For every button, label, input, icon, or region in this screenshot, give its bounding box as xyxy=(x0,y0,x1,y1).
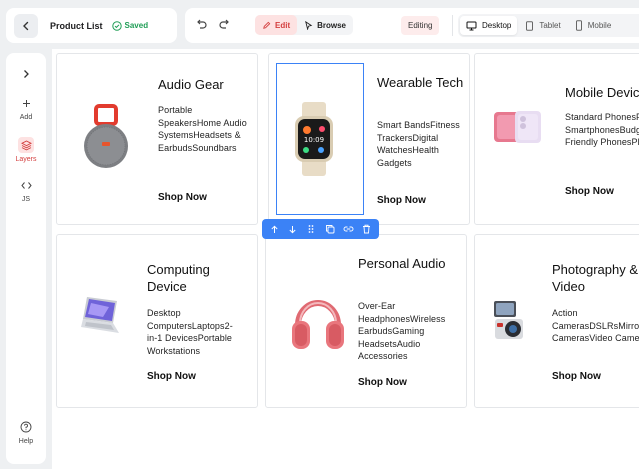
toolbar: Edit Browse Editing Desktop Tablet Mobil… xyxy=(185,8,639,43)
selected-element-outline xyxy=(276,63,364,215)
add-label: Add xyxy=(19,114,33,121)
card-title: Personal Audio xyxy=(358,256,446,271)
headphones-image xyxy=(290,291,346,358)
canvas: Audio Gear Portable SpeakersHome Audio S… xyxy=(52,49,639,469)
card-description: Action CamerasDSLRsMirrorless CamerasVid… xyxy=(552,308,639,344)
product-card[interactable]: Computing Device Desktop ComputersLaptop… xyxy=(56,234,258,408)
card-title-line2: Video xyxy=(552,279,586,294)
monitor-icon xyxy=(466,21,477,30)
back-button[interactable] xyxy=(14,13,38,38)
card-title: Mobile Devices xyxy=(565,85,639,100)
expand-sidebar-button[interactable] xyxy=(6,69,46,79)
mobile-view-button[interactable]: Mobile xyxy=(569,16,618,35)
card-title: Photography & Video xyxy=(552,261,639,295)
edit-mode-button[interactable]: Edit xyxy=(255,15,298,35)
tablet-view-button[interactable]: Tablet xyxy=(519,16,566,35)
desktop-view-button[interactable]: Desktop xyxy=(460,16,518,35)
browse-label: Browse xyxy=(317,20,347,30)
duplicate-button[interactable] xyxy=(322,222,337,237)
cursor-icon xyxy=(305,20,313,30)
move-up-button[interactable] xyxy=(267,222,282,237)
product-card[interactable]: Personal Audio Over-Ear HeadphonesWirele… xyxy=(265,234,467,408)
arrow-up-icon xyxy=(271,225,278,233)
js-label: JS xyxy=(21,196,31,203)
redo-button[interactable] xyxy=(218,17,232,36)
redo-icon xyxy=(219,19,229,29)
shop-now-link[interactable]: Shop Now xyxy=(147,371,196,382)
element-action-toolbar xyxy=(262,219,379,239)
saved-label: Saved xyxy=(124,21,149,30)
camera-image xyxy=(491,297,529,348)
link-button[interactable] xyxy=(341,222,356,237)
add-button[interactable]: Add xyxy=(6,95,46,121)
card-title: Audio Gear xyxy=(158,77,224,92)
layers-icon xyxy=(18,137,34,153)
js-button[interactable]: JS xyxy=(6,177,46,203)
jbl-speaker-image xyxy=(79,102,133,177)
help-button[interactable]: Help xyxy=(6,419,46,445)
chevron-right-icon xyxy=(24,70,29,78)
help-label: Help xyxy=(18,438,34,445)
shop-now-link[interactable]: Shop Now xyxy=(158,192,207,203)
delete-button[interactable] xyxy=(359,222,374,237)
drag-handle[interactable] xyxy=(304,222,319,237)
laptop-image xyxy=(79,293,123,342)
link-icon xyxy=(343,226,354,232)
mobile-label: Mobile xyxy=(587,21,612,30)
undo-icon xyxy=(197,19,207,29)
page-title: Product List xyxy=(50,20,103,31)
product-card[interactable]: Photography & Video Action CamerasDSLRsMi… xyxy=(474,234,639,408)
plus-icon xyxy=(18,95,34,111)
card-title: Computing Device xyxy=(147,262,210,294)
card-description: Smart BandsFitness TrackersDigital Watch… xyxy=(377,120,460,168)
toolbar-divider xyxy=(452,15,453,36)
card-title: Wearable Tech xyxy=(377,75,464,90)
help-circle-icon xyxy=(18,419,34,435)
copy-icon xyxy=(325,225,335,234)
product-card[interactable]: Audio Gear Portable SpeakersHome Audio S… xyxy=(56,53,258,225)
layers-button[interactable]: Layers xyxy=(6,137,46,163)
left-rail: Add Layers JS Help xyxy=(6,53,46,464)
card-description: Portable SpeakersHome Audio SystemsHeads… xyxy=(158,105,247,153)
card-description: Standard PhonesPremium SmartphonesBudget… xyxy=(565,112,639,148)
card-description: Over-Ear HeadphonesWireless EarbudsGamin… xyxy=(358,301,446,362)
arrow-down-icon xyxy=(289,225,296,233)
phone-icon xyxy=(575,20,582,31)
product-card[interactable]: Mobile Devices Standard PhonesPremium Sm… xyxy=(474,53,639,225)
tablet-icon xyxy=(526,20,534,31)
chevron-left-icon xyxy=(23,21,29,30)
undo-button[interactable] xyxy=(194,17,208,36)
mode-toggle: Edit Browse xyxy=(255,15,354,35)
card-title-line1: Photography & xyxy=(552,262,639,277)
device-switcher: Desktop Tablet Mobile xyxy=(458,14,639,37)
pencil-icon xyxy=(263,21,271,29)
header-panel: Product List Saved xyxy=(6,8,177,43)
saved-status: Saved xyxy=(111,20,149,31)
tablet-label: Tablet xyxy=(539,21,561,30)
shop-now-link[interactable]: Shop Now xyxy=(377,195,426,206)
edit-label: Edit xyxy=(275,20,291,30)
shop-now-link[interactable]: Shop Now xyxy=(552,371,601,382)
desktop-label: Desktop xyxy=(482,21,512,30)
check-circle-icon xyxy=(111,20,122,31)
shop-now-link[interactable]: Shop Now xyxy=(565,186,614,197)
layers-label: Layers xyxy=(15,156,37,163)
trash-icon xyxy=(363,224,371,234)
smartphone-image xyxy=(493,110,543,149)
editing-status-badge: Editing xyxy=(401,16,440,35)
browse-mode-button[interactable]: Browse xyxy=(297,15,353,35)
code-icon xyxy=(18,177,34,193)
shop-now-link[interactable]: Shop Now xyxy=(358,377,407,388)
move-down-button[interactable] xyxy=(285,222,300,237)
card-description: Desktop ComputersLaptops2-in-1 DevicesPo… xyxy=(147,308,233,356)
grip-icon xyxy=(308,225,314,233)
